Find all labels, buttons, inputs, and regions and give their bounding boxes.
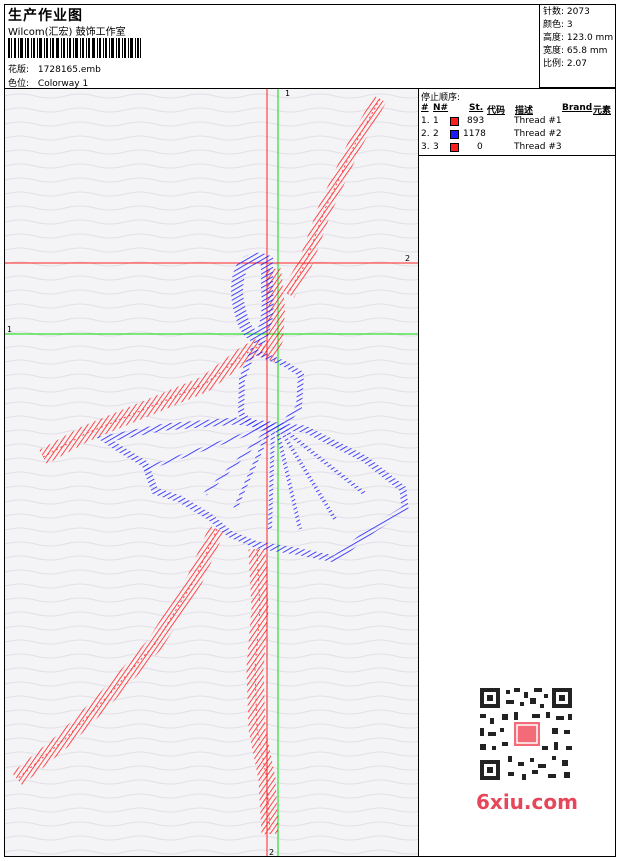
table-row: 3. 3 0 Thread #3 <box>421 142 562 152</box>
design-value: 1728165.emb <box>37 65 101 75</box>
col-n: N# <box>433 103 449 113</box>
marker-red-h: 2 <box>405 254 410 263</box>
design-file: 花版: 1728165.emb <box>8 62 101 75</box>
stat-height: 高度: 123.0 mm <box>543 33 614 43</box>
watermark: 6xiu.com <box>476 790 578 814</box>
design-canvas: 1 1 2 2 <box>5 89 418 856</box>
stop-sequence-title: 停止顺序: <box>421 93 461 103</box>
col-brand: Brand <box>562 103 593 113</box>
stat-stitches: 针数: 2073 <box>543 7 590 17</box>
panel-divider <box>418 88 419 857</box>
qr-code <box>472 684 580 784</box>
table-row: 2. 2 1178 Thread #2 <box>421 129 562 139</box>
stat-scale: 比例: 2.07 <box>543 59 587 69</box>
stat-width: 宽度: 65.8 mm <box>543 46 608 56</box>
stat-colors: 颜色: 3 <box>543 20 573 30</box>
design-label: 花版: <box>8 65 30 75</box>
color-swatch <box>450 143 459 152</box>
table-divider <box>419 155 616 156</box>
company-name: Wilcom(汇宏) 鼓饰工作室 <box>8 27 126 38</box>
barcode <box>8 38 141 58</box>
embroidery-preview: 1 1 2 2 <box>5 89 418 856</box>
col-hash: # <box>421 103 429 113</box>
page-title: 生产作业图 <box>8 8 83 24</box>
table-row: 1. 1 893 Thread #1 <box>421 116 562 126</box>
marker-red-v: 2 <box>269 848 274 856</box>
color-swatch <box>450 117 459 126</box>
col-st: St. <box>469 103 484 113</box>
stats-panel: 针数: 2073 颜色: 3 高度: 123.0 mm 宽度: 65.8 mm … <box>539 4 616 88</box>
marker-green-h: 1 <box>7 325 12 334</box>
color-swatch <box>450 130 459 139</box>
marker-green-v: 1 <box>285 89 290 98</box>
